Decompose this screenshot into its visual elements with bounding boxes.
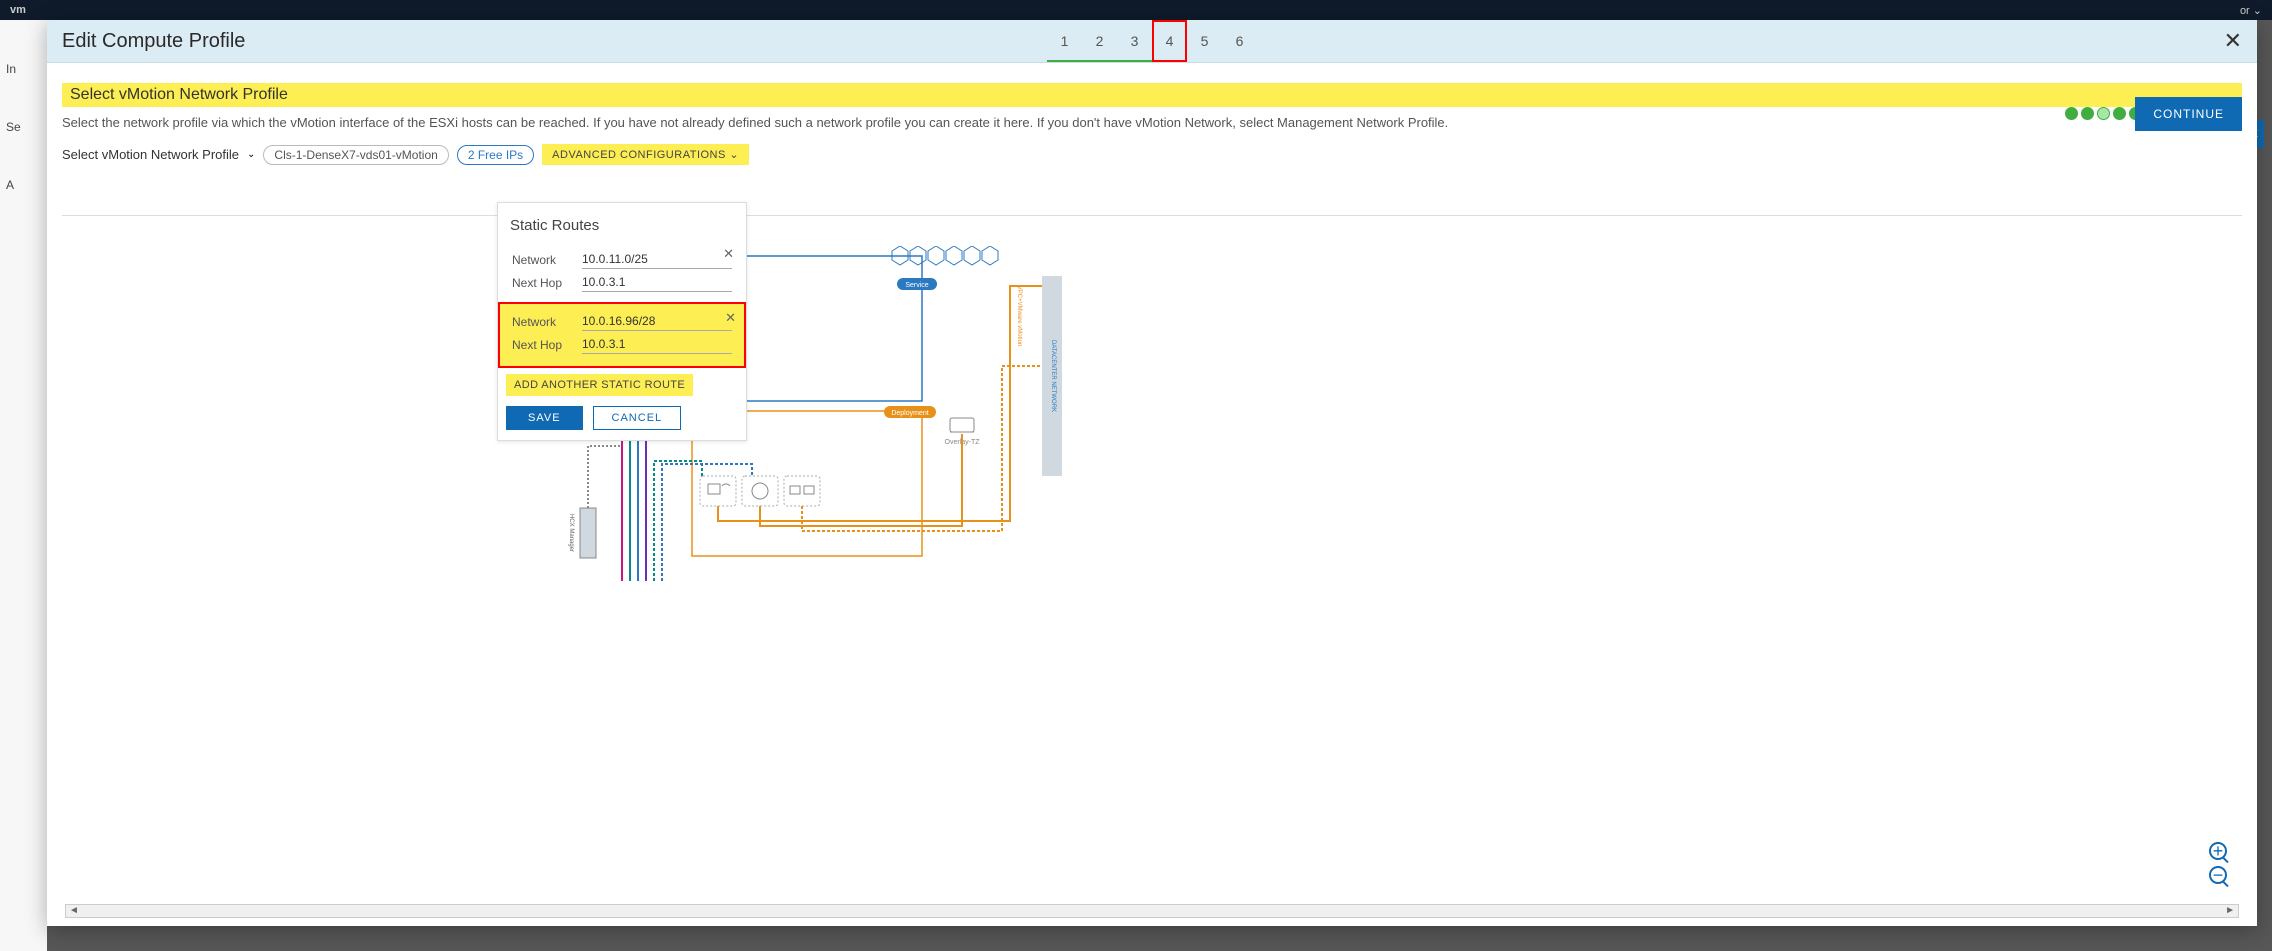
- horizontal-scrollbar[interactable]: [65, 904, 2239, 918]
- wizard-step-1[interactable]: 1: [1047, 20, 1082, 62]
- status-dot: [2081, 107, 2094, 120]
- nexthop-input[interactable]: 10.0.3.1: [582, 335, 732, 354]
- static-route-entry: ✕ Network 10.0.11.0/25 Next Hop 10.0.3.1: [506, 244, 738, 302]
- free-ips-pill[interactable]: 2 Free IPs: [457, 145, 534, 165]
- section-title: Select vMotion Network Profile: [62, 83, 2242, 107]
- close-icon[interactable]: ✕: [2224, 28, 2242, 54]
- hcx-manager-label: HCX Manager: [568, 514, 574, 552]
- status-dot: [2097, 107, 2110, 120]
- network-input[interactable]: 10.0.16.96/28: [582, 312, 732, 331]
- sidebar-item[interactable]: Se: [0, 98, 47, 156]
- user-menu[interactable]: or ⌄: [2240, 4, 2262, 17]
- modal-title: Edit Compute Profile: [62, 30, 245, 53]
- cancel-button[interactable]: CANCEL: [593, 406, 682, 430]
- switch-label: VPC+VMware vMotion: [1016, 286, 1022, 347]
- status-indicator: [2065, 107, 2142, 120]
- selector-label: Select vMotion Network Profile: [62, 147, 239, 162]
- chevron-down-icon[interactable]: ⌄: [247, 149, 255, 160]
- network-input[interactable]: 10.0.11.0/25: [582, 250, 732, 269]
- add-static-route-link[interactable]: ADD ANOTHER STATIC ROUTE: [506, 374, 693, 396]
- nexthop-input[interactable]: 10.0.3.1: [582, 273, 732, 292]
- status-dot: [2113, 107, 2126, 120]
- nexthop-label: Next Hop: [512, 338, 582, 352]
- status-dot: [2065, 107, 2078, 120]
- edit-compute-profile-modal: Edit Compute Profile 1 2 3 4 5 6 ✕ Selec…: [47, 20, 2257, 926]
- zoom-out-icon[interactable]: −: [2209, 866, 2227, 884]
- wizard-step-5[interactable]: 5: [1187, 20, 1222, 62]
- continue-button[interactable]: CONTINUE: [2135, 97, 2242, 131]
- diagram-area: Static Routes ✕ Network 10.0.11.0/25 Nex…: [62, 216, 2242, 904]
- modal-body: Select vMotion Network Profile Select th…: [47, 63, 2257, 926]
- save-button[interactable]: SAVE: [506, 406, 583, 430]
- wizard-step-2[interactable]: 2: [1082, 20, 1117, 62]
- sidebar-item[interactable]: A: [0, 156, 47, 214]
- zoom-in-icon[interactable]: +: [2209, 842, 2227, 860]
- nexthop-label: Next Hop: [512, 276, 582, 290]
- datacenter-network-label: DATACENTER NETWORK: [1050, 340, 1056, 412]
- network-label: Network: [512, 315, 582, 329]
- modal-header: Edit Compute Profile 1 2 3 4 5 6 ✕: [47, 20, 2257, 63]
- wizard-step-3[interactable]: 3: [1117, 20, 1152, 62]
- app-topbar: vm or ⌄: [0, 0, 2272, 20]
- network-label: Network: [512, 253, 582, 267]
- wizard-steps: 1 2 3 4 5 6: [1047, 20, 1257, 62]
- profile-pill[interactable]: Cls-1-DenseX7-vds01-vMotion: [263, 145, 448, 165]
- profile-selector-row: Select vMotion Network Profile ⌄ Cls-1-D…: [62, 144, 2242, 165]
- close-icon[interactable]: ✕: [723, 246, 734, 262]
- section-description: Select the network profile via which the…: [62, 115, 2242, 130]
- wizard-step-6[interactable]: 6: [1222, 20, 1257, 62]
- advanced-configurations-toggle[interactable]: ADVANCED CONFIGURATIONS ⌄: [542, 144, 749, 165]
- service-badge: Service: [905, 282, 928, 289]
- sidebar: In Se A: [0, 20, 47, 951]
- static-route-entry-highlighted: ✕ Network 10.0.16.96/28 Next Hop 10.0.3.…: [498, 302, 746, 368]
- panel-title: Static Routes: [506, 217, 738, 234]
- deployment-badge: Deployment: [891, 410, 928, 417]
- static-routes-panel: Static Routes ✕ Network 10.0.11.0/25 Nex…: [497, 202, 747, 441]
- close-icon[interactable]: ✕: [725, 310, 736, 326]
- vmware-logo: vm: [10, 4, 26, 16]
- wizard-step-4[interactable]: 4: [1152, 20, 1187, 62]
- zoom-controls: + −: [2209, 842, 2227, 884]
- sidebar-item[interactable]: In: [0, 40, 47, 98]
